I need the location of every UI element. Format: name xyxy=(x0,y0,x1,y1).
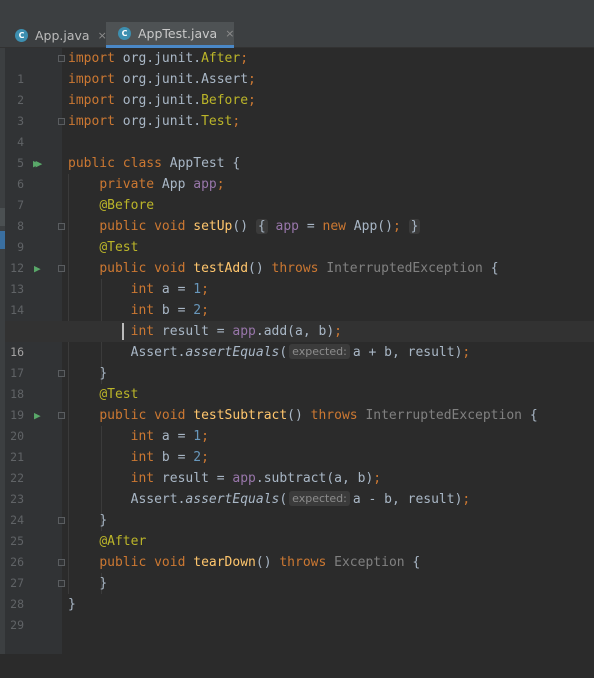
code-line: 20 ▶ public void testSubtract() throws I… xyxy=(5,405,594,443)
close-icon[interactable]: × xyxy=(225,27,234,40)
code-editor[interactable]: 1 import org.junit.After; 2 import org.j… xyxy=(5,48,594,654)
code-line: 21 int a = 1; xyxy=(5,426,594,464)
fold-icon[interactable] xyxy=(58,55,65,62)
line-number: 29 xyxy=(10,618,24,632)
code-line: 18 } xyxy=(5,363,594,401)
parameter-hint: expected: xyxy=(289,344,350,359)
editor-tab-bar: App.java × AppTest.java × xyxy=(0,22,594,48)
tab-apptest-java[interactable]: AppTest.java × xyxy=(106,22,234,48)
java-class-icon xyxy=(15,28,28,42)
code-line: 13 ▶ public void testAdd() throws Interr… xyxy=(5,258,594,296)
code-line: 3 import org.junit.Before; xyxy=(5,90,594,128)
code-line: 19 @Test xyxy=(5,384,594,422)
code-line: 8 @Before xyxy=(5,195,594,233)
code-line: 14 int a = 1; xyxy=(5,279,594,317)
code-line: 29 } xyxy=(5,594,594,632)
title-strip xyxy=(0,0,594,22)
code-line: 7 private App app; xyxy=(5,174,594,212)
code-line: 24 Assert.assertEquals(expected: a - b, r… xyxy=(5,489,594,527)
fold-icon[interactable] xyxy=(58,517,65,524)
run-test-icon[interactable]: ▶ xyxy=(34,258,41,279)
code-line: 15 int b = 2; xyxy=(5,300,594,338)
fold-icon[interactable] xyxy=(58,580,65,587)
code-line-current: 16 int result = app.add(a, b); xyxy=(5,321,594,359)
code-line: 12 @Test xyxy=(5,237,594,275)
code-line: 22 int b = 2; xyxy=(5,447,594,485)
code-line: 26 @After xyxy=(5,531,594,569)
fold-icon[interactable] xyxy=(58,559,65,566)
fold-icon[interactable] xyxy=(58,118,65,125)
code-line: 4 import org.junit.Test; xyxy=(5,111,594,149)
code-line: 5 xyxy=(5,132,594,170)
fold-icon[interactable] xyxy=(58,223,65,230)
parameter-hint: expected: xyxy=(289,491,350,506)
fold-icon[interactable] xyxy=(58,370,65,377)
code-line: 27 public void tearDown() throws Excepti… xyxy=(5,552,594,590)
code-line: 6 ▶▶ public class AppTest { xyxy=(5,153,594,191)
code-line: 9 public void setUp() { app = new App();… xyxy=(5,216,594,254)
code-line: 2 import org.junit.Assert; xyxy=(5,69,594,107)
code-line: 17 Assert.assertEquals(expected: a + b, r… xyxy=(5,342,594,380)
fold-icon[interactable] xyxy=(58,265,65,272)
run-test-icon[interactable]: ▶ xyxy=(34,405,41,426)
tab-label: AppTest.java xyxy=(138,26,218,41)
java-class-icon xyxy=(118,27,131,40)
tab-app-java[interactable]: App.java × xyxy=(3,22,107,48)
code-line: 1 import org.junit.After; xyxy=(5,48,594,86)
code-line: 23 int result = app.subtract(a, b); xyxy=(5,468,594,506)
fold-icon[interactable] xyxy=(58,412,65,419)
run-class-icon[interactable]: ▶▶ xyxy=(33,153,42,174)
code-line: 25 } xyxy=(5,510,594,548)
tab-label: App.java xyxy=(35,27,90,43)
code-line: 28 } xyxy=(5,573,594,611)
